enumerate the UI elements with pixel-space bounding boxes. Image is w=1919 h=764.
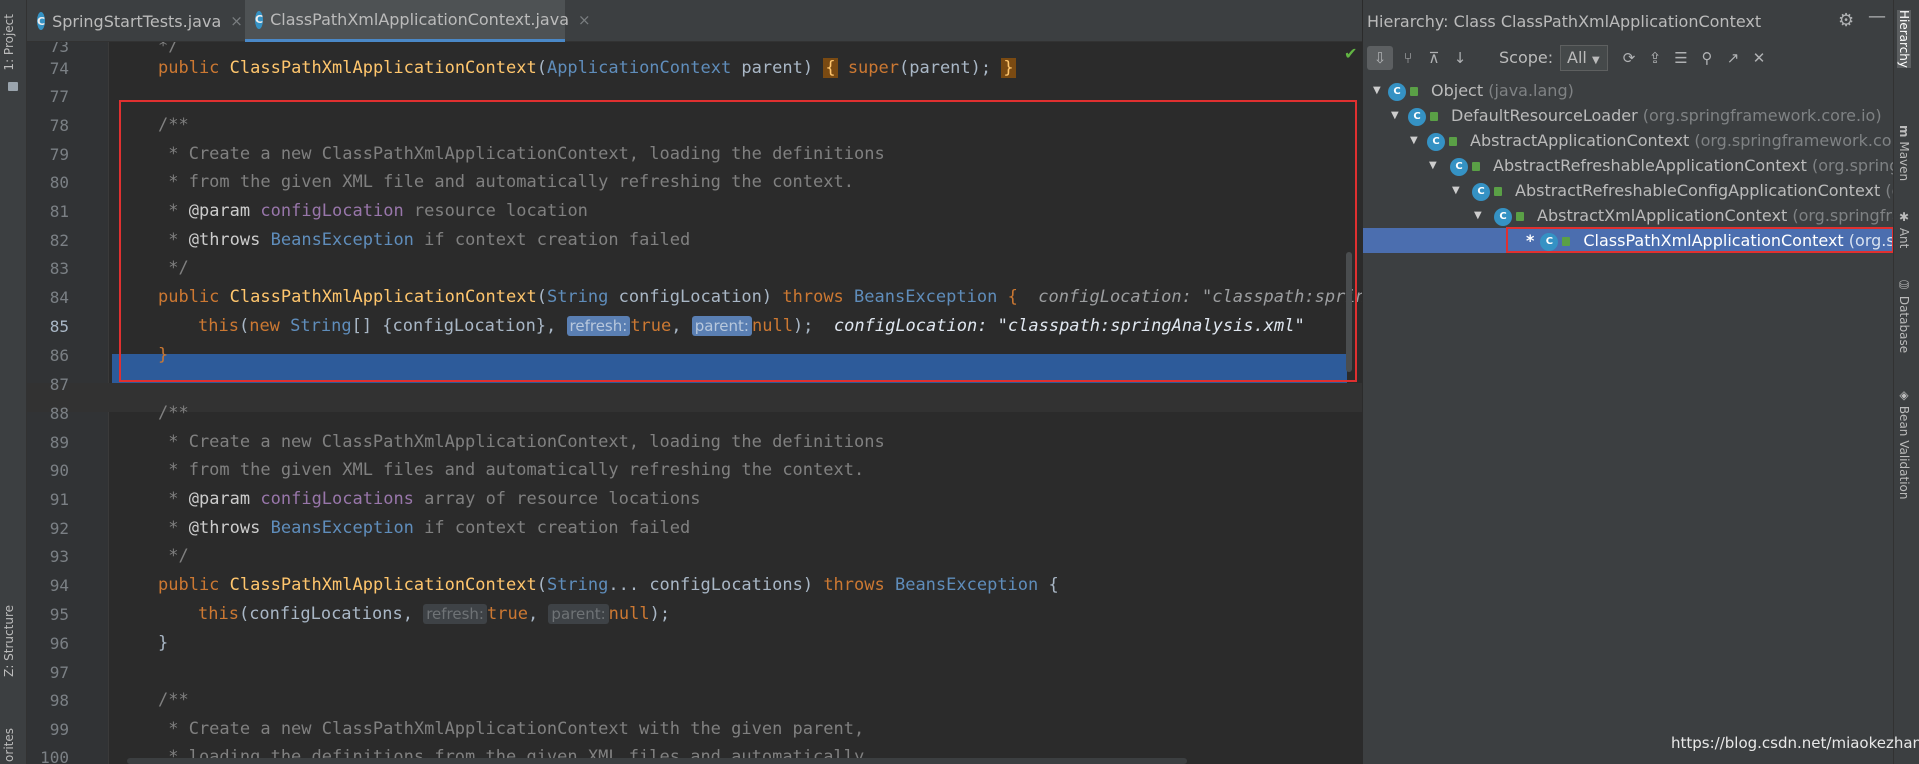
hierarchy-toolbar: ⇩ ⑂ ⊼ ↓ Scope: All ▼ ⟳ ⇪ ☰ ⚲ ↗ ✕ — [1363, 42, 1894, 72]
tree-node[interactable]: ▼ C AbstractRefreshableApplicationContext… — [1363, 153, 1919, 178]
code-line: 95 this(configLocations, refresh: true, pa… — [49, 604, 671, 624]
gear-icon[interactable]: ⚙ — [1838, 10, 1854, 31]
export-icon[interactable]: ⇪ — [1642, 46, 1668, 70]
ant-tool-tab[interactable]: ✱ Ant — [1897, 210, 1911, 248]
vertical-scrollbar[interactable] — [1346, 252, 1352, 372]
java-class-icon: C — [255, 10, 264, 29]
minimize-icon[interactable]: — — [1868, 6, 1886, 27]
expand-triangle-icon[interactable]: ▼ — [1452, 178, 1460, 203]
tree-node[interactable]: ▼ C Object (java.lang) — [1363, 78, 1894, 103]
annotation-highlight-box — [119, 100, 1357, 382]
bean-validation-icon: ◈ — [1897, 388, 1911, 402]
scope-label: Scope: — [1499, 48, 1554, 67]
tab-springstarttests[interactable]: C SpringStartTests.java × — [27, 0, 243, 42]
close-icon[interactable]: ✕ — [1746, 46, 1772, 70]
tree-node[interactable]: ▼ C AbstractRefreshableConfigApplicationC… — [1363, 178, 1918, 203]
parameter-hint: parent: — [548, 604, 609, 624]
expand-triangle-icon[interactable]: ▼ — [1474, 203, 1482, 228]
expand-triangle-icon[interactable]: ▼ — [1373, 78, 1381, 103]
code-editor[interactable]: 73 */ 74 public ClassPathXmlApplicationCon… — [27, 42, 1362, 764]
structure-tool-tab[interactable]: Z: Structure — [2, 605, 16, 677]
code-line: 92 * @throws BeansException if context c… — [49, 518, 691, 538]
bean-validation-tool-tab[interactable]: ◈ Bean Validation — [1897, 388, 1911, 499]
expand-all-icon[interactable]: ☰ — [1668, 46, 1694, 70]
abstract-class-icon: C — [1450, 157, 1491, 176]
ant-icon: ✱ — [1897, 210, 1911, 224]
scope-dropdown[interactable]: All ▼ — [1560, 45, 1608, 71]
hierarchy-tool-tab[interactable]: Hierarchy — [1897, 10, 1911, 69]
java-class-icon: C — [37, 12, 46, 30]
scope-value: All — [1567, 48, 1587, 67]
database-icon: ⛁ — [1897, 278, 1911, 292]
horizontal-scrollbar[interactable] — [127, 758, 1187, 764]
pin-icon[interactable]: ⚲ — [1694, 46, 1720, 70]
close-icon[interactable]: × — [578, 11, 591, 29]
supertypes-icon[interactable]: ⑂ — [1395, 46, 1421, 70]
sort-alphabetically-icon[interactable]: ↓ — [1447, 46, 1473, 70]
expand-triangle-icon[interactable]: ▼ — [1391, 103, 1399, 128]
subtypes-icon[interactable]: ⊼ — [1421, 46, 1447, 70]
open-in-window-icon[interactable]: ↗ — [1720, 46, 1746, 70]
class-icon: C — [1388, 82, 1429, 101]
folder-icon — [8, 82, 18, 91]
maven-tool-tab[interactable]: m Maven — [1897, 125, 1911, 181]
type-hierarchy-icon[interactable]: ⇩ — [1367, 46, 1393, 70]
tree-node[interactable]: ▼ C AbstractApplicationContext (org.sprin… — [1363, 128, 1919, 153]
hierarchy-title: Hierarchy: Class ClassPathXmlApplication… — [1367, 12, 1762, 31]
code-line: 90 * from the given XML files and automa… — [49, 460, 865, 480]
refresh-icon[interactable]: ⟳ — [1616, 46, 1642, 70]
code-line: 94 public ClassPathXmlApplicationContext(… — [49, 575, 1059, 595]
code-line: 98/** — [49, 690, 189, 710]
tab-label: ClassPathXmlApplicationContext.java — [270, 10, 569, 29]
abstract-class-icon: C — [1494, 207, 1535, 226]
expand-triangle-icon[interactable]: ▼ — [1410, 128, 1418, 153]
expand-triangle-icon[interactable]: ▼ — [1429, 153, 1437, 178]
maven-icon: m — [1897, 125, 1911, 138]
project-tool-tab[interactable]: 1: Project — [2, 14, 16, 71]
tab-classpathxmlapplicationcontext[interactable]: C ClassPathXmlApplicationContext.java × — [245, 0, 591, 42]
code-line: 93 */ — [49, 546, 189, 566]
code-line: 97 — [49, 663, 69, 682]
close-icon[interactable]: × — [230, 12, 243, 30]
code-line: 99 * Create a new ClassPathXmlApplicatio… — [49, 719, 865, 739]
code-line: 89 * Create a new ClassPathXmlApplicatio… — [49, 432, 885, 452]
code-line: 74 public ClassPathXmlApplicationContext(… — [49, 58, 1016, 78]
abstract-class-icon: C — [1427, 132, 1468, 151]
favorites-tool-tab[interactable]: orites — [2, 728, 16, 762]
editor-tab-bar: C SpringStartTests.java × C ClassPathXml… — [27, 0, 1362, 42]
chevron-down-icon: ▼ — [1591, 55, 1600, 66]
tab-label: SpringStartTests.java — [52, 11, 222, 31]
hierarchy-panel: Hierarchy: Class ClassPathXmlApplication… — [1362, 0, 1919, 764]
code-line: 91 * @param configLocations array of res… — [49, 489, 701, 509]
left-tool-strip: 1: Project Z: Structure orites — [0, 0, 27, 764]
class-icon: C — [1408, 107, 1449, 126]
annotation-highlight-box — [1506, 227, 1894, 253]
code-line: 96} — [49, 633, 169, 653]
abstract-class-icon: C — [1472, 182, 1513, 201]
code-line: 88/** — [49, 403, 189, 423]
right-tool-strip: Hierarchy m Maven ✱ Ant ⛁ Database ◈ Bea… — [1893, 0, 1919, 764]
parameter-hint: refresh: — [423, 604, 487, 624]
watermark-text: https://blog.csdn.net/miaokezhang — [1671, 734, 1919, 752]
tree-node[interactable]: ▼ C DefaultResourceLoader (org.springfram… — [1363, 103, 1894, 128]
inspection-ok-icon: ✔ — [1344, 44, 1358, 63]
database-tool-tab[interactable]: ⛁ Database — [1897, 278, 1911, 353]
tree-node[interactable]: ▼ C AbstractXmlApplicationContext (org.sp… — [1363, 203, 1917, 228]
